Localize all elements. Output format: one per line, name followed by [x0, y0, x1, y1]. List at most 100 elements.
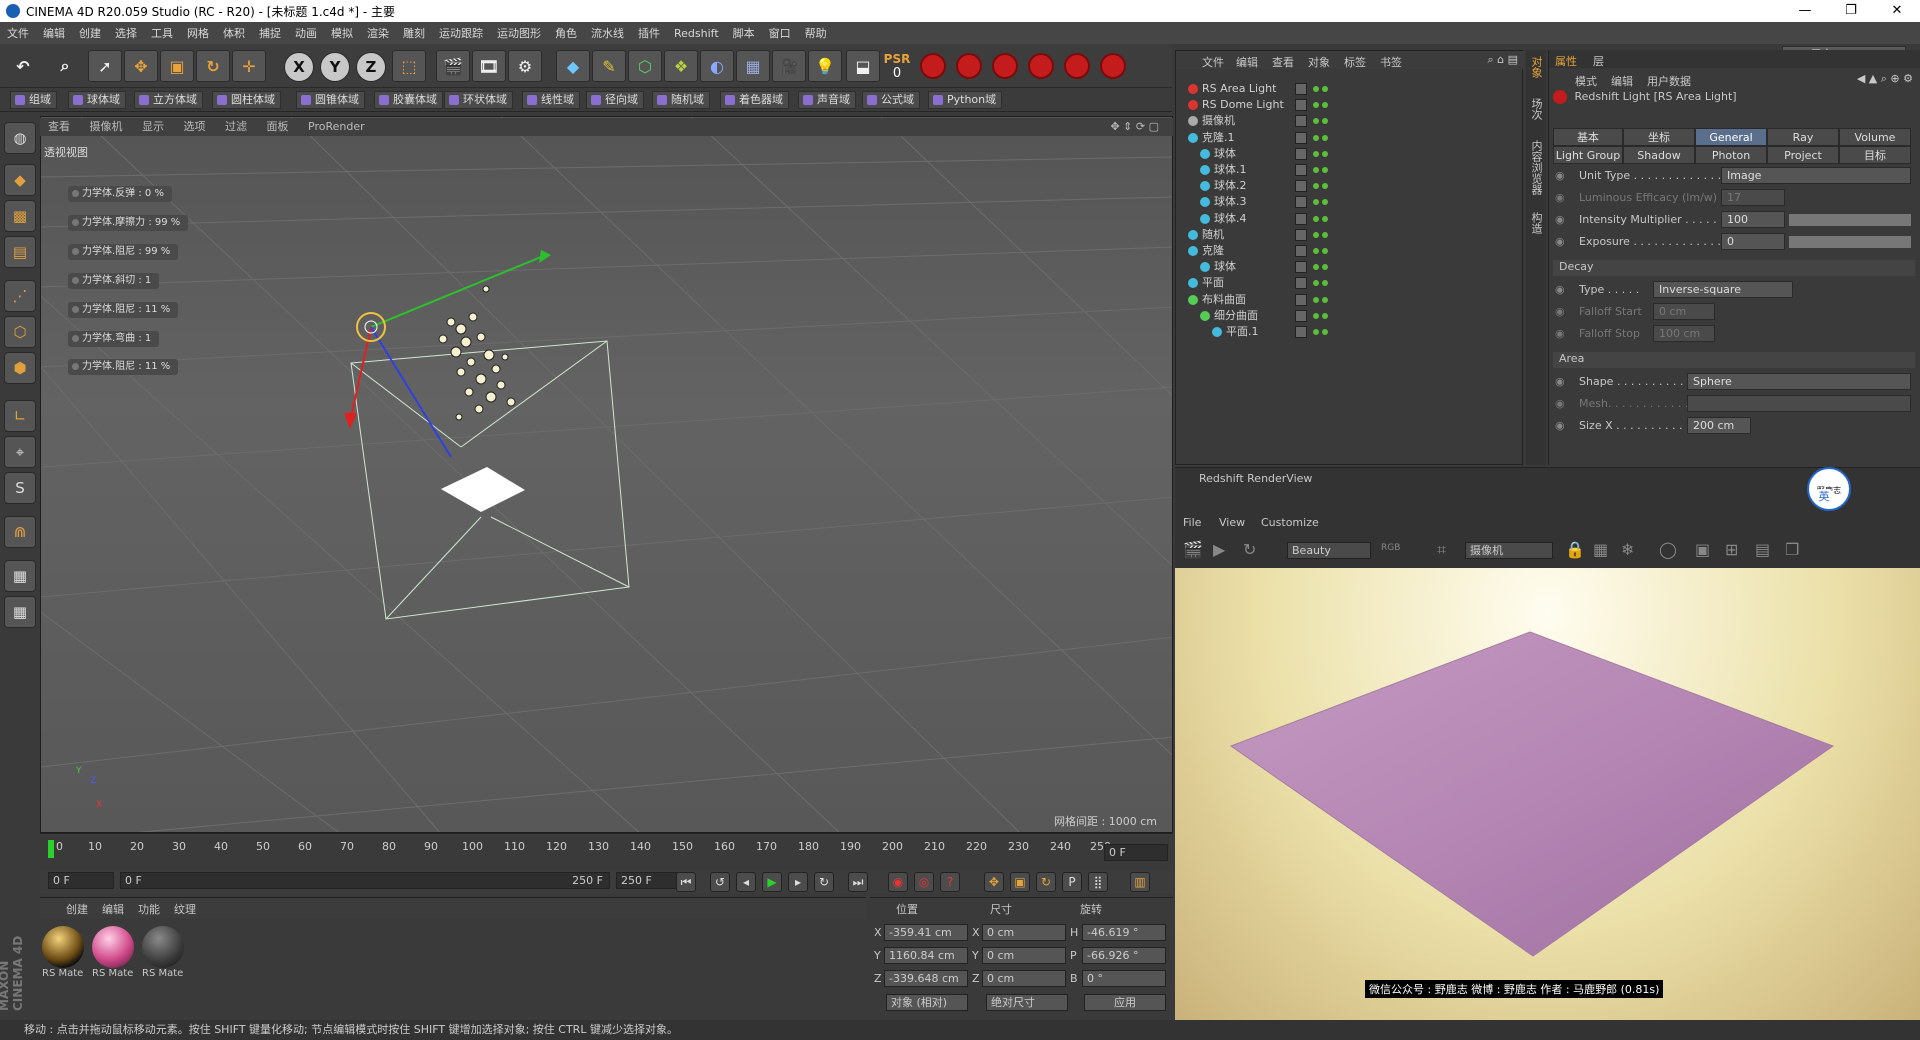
layer-checkbox[interactable]	[1295, 326, 1307, 338]
menu-window[interactable]: 窗口	[762, 25, 798, 41]
vp-menu-camera[interactable]: 摄像机	[82, 118, 131, 136]
intensity-field[interactable]: 100	[1721, 211, 1785, 228]
editor-visibility-dot[interactable]	[1313, 199, 1319, 206]
radio-icon[interactable]: ◉	[1555, 375, 1565, 388]
intensity-slider[interactable]	[1789, 214, 1911, 226]
tab-basic[interactable]: 基本	[1553, 128, 1623, 146]
editor-visibility-dot[interactable]	[1313, 248, 1319, 254]
cube-object-icon[interactable]: ◆	[556, 50, 590, 82]
field-cone[interactable]: 圆锥体域	[296, 91, 365, 109]
rs-dome-light-icon[interactable]	[992, 53, 1018, 79]
tab-volume[interactable]: Volume	[1839, 128, 1911, 146]
go-to-end-icon[interactable]: ⏭	[848, 872, 868, 892]
render-visibility-dot[interactable]	[1322, 183, 1328, 190]
rot-h-field[interactable]: -46.619 °	[1082, 924, 1166, 941]
vp-menu-filter[interactable]: 过滤	[217, 118, 255, 136]
rv-menu-view[interactable]: View	[1219, 516, 1245, 529]
radio-icon[interactable]: ◉	[1555, 327, 1565, 340]
timeline[interactable]: 0 10 20 30 40 50 60 70 80 90 100 110 120…	[40, 833, 1173, 869]
layer-checkbox[interactable]	[1295, 131, 1307, 144]
key-rotation-icon[interactable]: ↻	[1036, 872, 1056, 892]
coordinate-system-icon[interactable]: ⬚	[392, 50, 426, 82]
object-row[interactable]: 平面.1	[1176, 322, 1524, 342]
refresh-icon[interactable]: ↻	[1243, 540, 1256, 559]
minimize-button[interactable]: —	[1782, 0, 1828, 22]
move-tool-icon[interactable]: ✥	[124, 50, 158, 82]
select-tool-icon[interactable]: ➚	[88, 50, 122, 82]
menu-render[interactable]: 渲染	[360, 25, 396, 41]
tab-project[interactable]: Project	[1767, 146, 1839, 164]
menu-snap[interactable]: 捕捉	[252, 25, 288, 41]
layer-checkbox[interactable]	[1295, 99, 1307, 112]
render-visibility-dot[interactable]	[1322, 312, 1328, 319]
snap-icon[interactable]: S	[4, 472, 36, 504]
menu-sculpt[interactable]: 雕刻	[396, 25, 432, 41]
menu-edit[interactable]: 编辑	[36, 25, 72, 41]
vp-menu-view[interactable]: 查看	[40, 118, 78, 136]
editor-visibility-dot[interactable]	[1313, 150, 1319, 157]
copy-icon[interactable]: ❐	[1785, 540, 1799, 559]
layer-checkbox[interactable]	[1295, 261, 1307, 274]
menu-plugins[interactable]: 插件	[631, 25, 667, 41]
material-swatch[interactable]: RS Mate	[142, 926, 186, 984]
lock-workplane-icon[interactable]: ▦	[4, 560, 36, 592]
pos-y-field[interactable]: 1160.84 cm	[884, 947, 968, 964]
radio-icon[interactable]: ◉	[1555, 191, 1565, 204]
editor-visibility-dot[interactable]	[1313, 183, 1319, 190]
rotate-tool-icon[interactable]: ↻	[196, 50, 230, 82]
layer-checkbox[interactable]	[1295, 245, 1307, 257]
menu-help[interactable]: 帮助	[798, 25, 834, 41]
editor-visibility-dot[interactable]	[1313, 102, 1319, 109]
layer-checkbox[interactable]	[1295, 309, 1307, 322]
area-group-header[interactable]: Area	[1553, 352, 1915, 368]
render-visibility-dot[interactable]	[1322, 215, 1328, 222]
pen-spline-icon[interactable]: ✎	[592, 50, 626, 82]
axis-mode-icon[interactable]: ∟	[4, 400, 36, 432]
camera-icon[interactable]: 🎥	[772, 50, 806, 82]
radio-icon[interactable]: ◉	[1555, 169, 1565, 182]
size-y-field[interactable]: 0 cm	[982, 947, 1066, 964]
obj-menu-file[interactable]: 文件	[1202, 54, 1224, 70]
menu-simulate[interactable]: 模拟	[324, 25, 360, 41]
render-visibility-dot[interactable]	[1322, 329, 1328, 335]
render-visibility-dot[interactable]	[1322, 118, 1328, 125]
render-visibility-dot[interactable]	[1322, 231, 1328, 238]
object-search-icon[interactable]: ⌕ ⌂ ▤	[1487, 53, 1518, 67]
rs-camera-icon[interactable]	[1028, 53, 1054, 79]
obj-menu-tags[interactable]: 标签	[1344, 54, 1366, 70]
field-radial[interactable]: 径向域	[586, 91, 644, 109]
circle-icon[interactable]: ◯	[1659, 540, 1677, 559]
tab-light-group[interactable]: Light Group	[1553, 146, 1623, 164]
editor-visibility-dot[interactable]	[1313, 118, 1319, 125]
psr-indicator[interactable]: PSR 0	[882, 52, 912, 82]
tweak-mode-icon[interactable]: ⌖	[4, 436, 36, 468]
side-tab-content-browser[interactable]: 内容浏览器	[1528, 140, 1544, 195]
radio-icon[interactable]: ◉	[1555, 283, 1565, 296]
magnet-icon[interactable]: ⋒	[4, 516, 36, 548]
layer-checkbox[interactable]	[1295, 83, 1307, 95]
rs-proxy-icon[interactable]	[1100, 53, 1126, 79]
points-mode-icon[interactable]: ⋰	[4, 280, 36, 312]
field-cylinder[interactable]: 圆柱体域	[212, 91, 281, 109]
size-x-field[interactable]: 0 cm	[982, 924, 1066, 941]
attr-menu-edit[interactable]: 编辑	[1611, 73, 1633, 89]
decay-type-select[interactable]: Inverse-square	[1653, 281, 1793, 298]
radio-icon[interactable]: ◉	[1555, 213, 1565, 226]
editor-visibility-dot[interactable]	[1313, 329, 1319, 335]
workplane-icon[interactable]: ▤	[4, 236, 36, 268]
object-name[interactable]: 平面.1	[1226, 322, 1259, 342]
y-axis-handle[interactable]	[370, 256, 542, 328]
menu-volume[interactable]: 体积	[216, 25, 252, 41]
radio-icon[interactable]: ◉	[1555, 419, 1565, 432]
render-picture-viewer-icon[interactable]: 🎞	[472, 50, 506, 82]
field-cube[interactable]: 立方体域	[134, 91, 203, 109]
layer-checkbox[interactable]	[1295, 212, 1307, 225]
obj-menu-view[interactable]: 查看	[1272, 54, 1294, 70]
menu-create[interactable]: 创建	[72, 25, 108, 41]
render-visibility-dot[interactable]	[1322, 102, 1328, 109]
maximize-button[interactable]: ❐	[1828, 0, 1874, 22]
editor-visibility-dot[interactable]	[1313, 264, 1319, 271]
render-region-icon[interactable]: ⬓	[846, 50, 880, 82]
layer-checkbox[interactable]	[1295, 115, 1307, 128]
field-group[interactable]: 组域	[10, 91, 57, 109]
